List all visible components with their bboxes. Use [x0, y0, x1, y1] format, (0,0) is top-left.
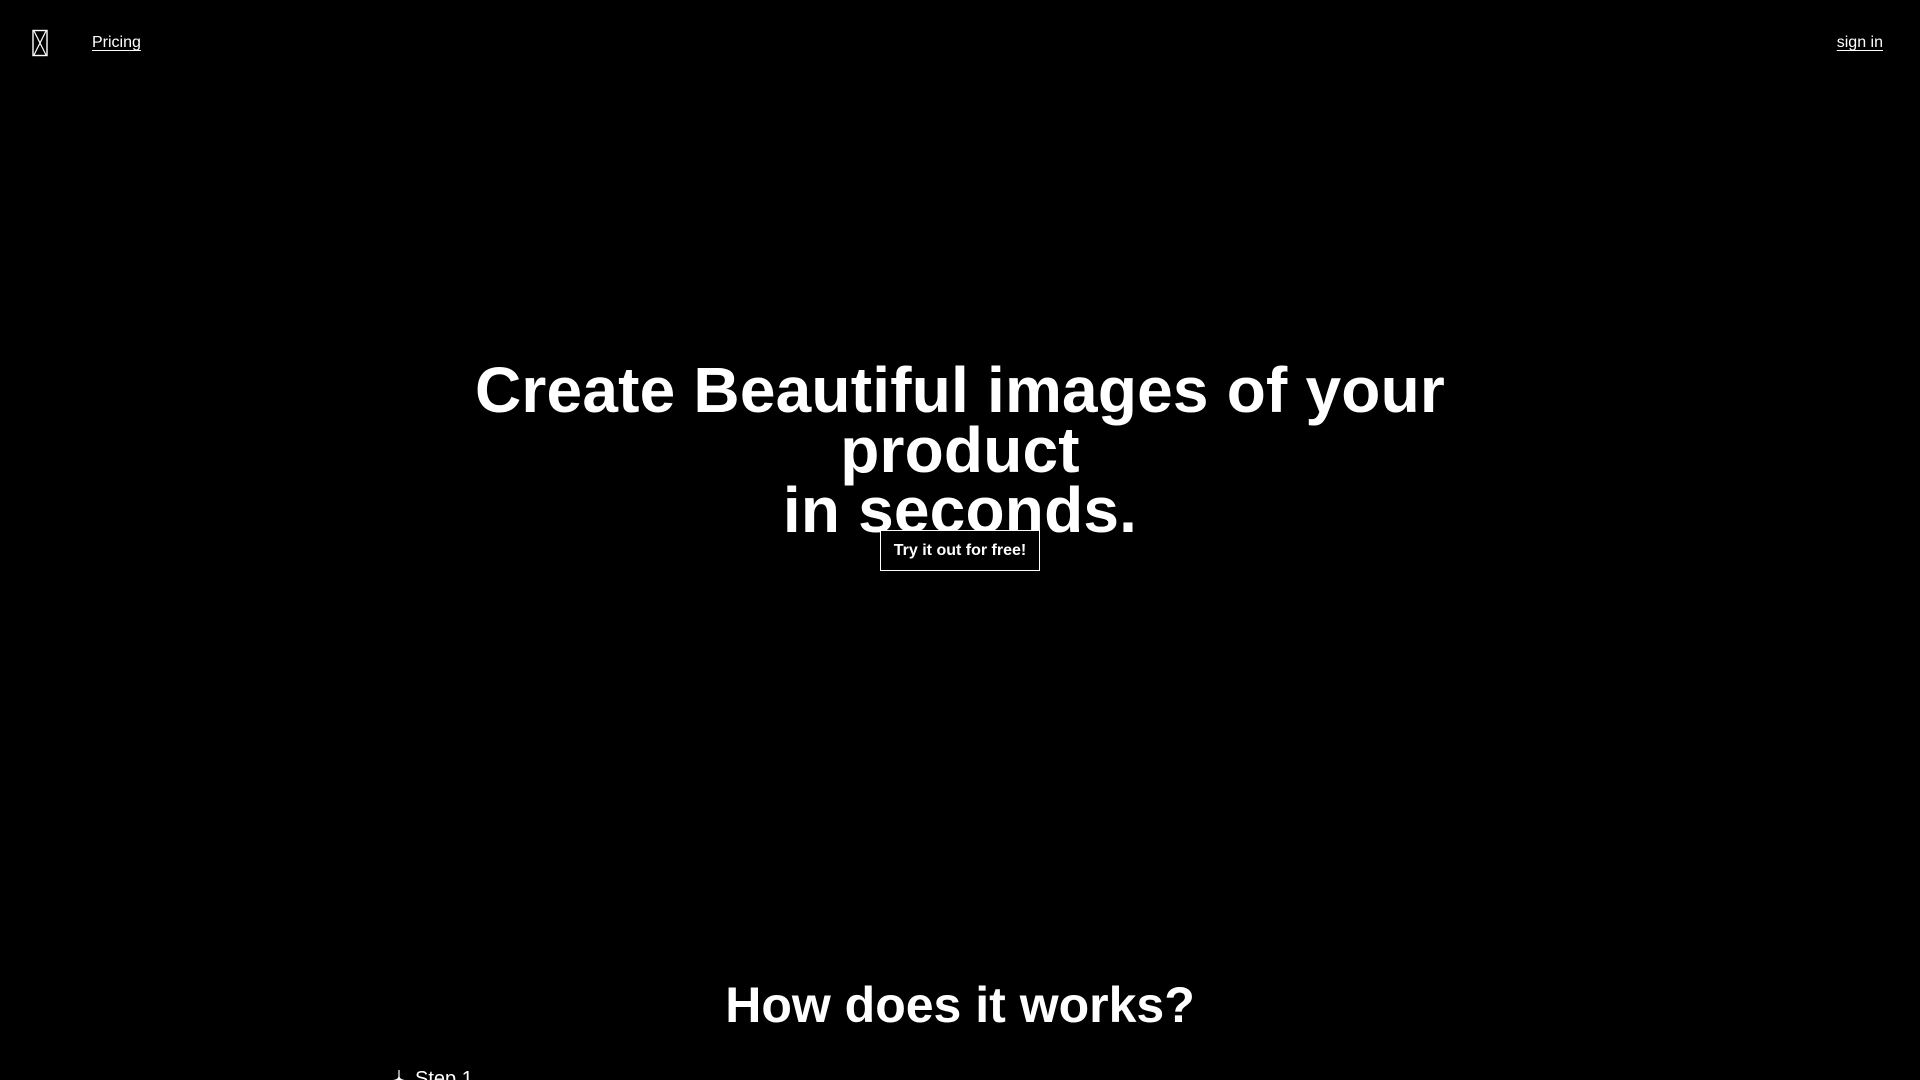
hero-title-line-1: Create Beautiful images of your product	[475, 354, 1445, 486]
nav-signin-link[interactable]: sign in	[1837, 33, 1883, 53]
hourglass-icon[interactable]	[31, 29, 49, 57]
sparkle-icon	[391, 1069, 407, 1080]
nav-pricing-link[interactable]: Pricing	[92, 33, 141, 53]
try-free-button[interactable]: Try it out for free!	[880, 530, 1040, 571]
landing-page: Pricing sign in Create Beautiful images …	[0, 0, 1920, 1080]
step-item: Step 1	[391, 1067, 473, 1080]
hero-title: Create Beautiful images of your product …	[360, 354, 1560, 542]
step-label: Step 1	[415, 1067, 473, 1080]
top-nav: Pricing sign in	[0, 0, 1920, 88]
how-it-works-heading: How does it works?	[725, 977, 1195, 1033]
hero-section: Create Beautiful images of your product …	[0, 354, 1920, 542]
